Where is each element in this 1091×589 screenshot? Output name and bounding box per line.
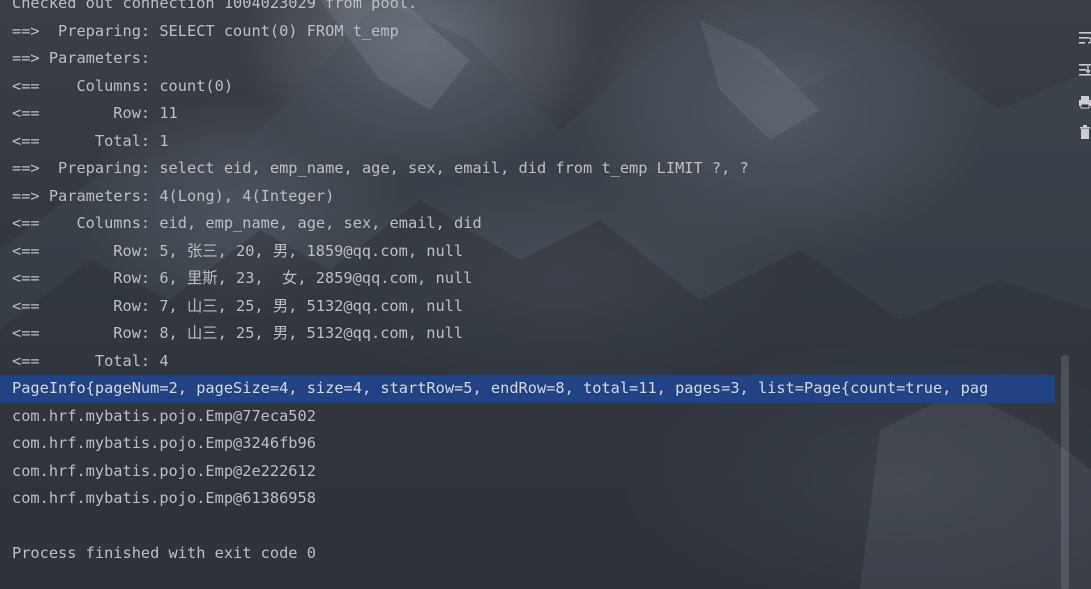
console-line[interactable]: <== Row: 11 xyxy=(0,100,1055,128)
console-toolbar xyxy=(1077,26,1091,156)
console-line[interactable]: Process finished with exit code 0 xyxy=(0,540,1055,568)
vertical-scrollbar-thumb[interactable] xyxy=(1061,355,1069,589)
soft-wrap-icon[interactable] xyxy=(1079,30,1091,46)
console-line[interactable]: ==> Parameters: 4(Long), 4(Integer) xyxy=(0,183,1055,211)
console-line[interactable] xyxy=(0,513,1055,541)
console-log[interactable]: Checked out connection 1004023029 from p… xyxy=(0,0,1055,568)
console-output-panel[interactable]: Checked out connection 1004023029 from p… xyxy=(0,0,1091,589)
console-line[interactable]: ==> Parameters: xyxy=(0,45,1055,73)
console-line[interactable]: <== Total: 4 xyxy=(0,348,1055,376)
console-line[interactable]: com.hrf.mybatis.pojo.Emp@77eca502 xyxy=(0,403,1055,431)
console-line[interactable]: ==> Preparing: SELECT count(0) FROM t_em… xyxy=(0,18,1055,46)
console-line[interactable]: <== Row: 5, 张三, 20, 男, 1859@qq.com, null xyxy=(0,238,1055,266)
console-line[interactable]: <== Row: 8, 山三, 25, 男, 5132@qq.com, null xyxy=(0,320,1055,348)
console-line[interactable]: <== Columns: eid, emp_name, age, sex, em… xyxy=(0,210,1055,238)
console-line-selected[interactable]: PageInfo{pageNum=2, pageSize=4, size=4, … xyxy=(0,375,1055,403)
console-line[interactable]: <== Columns: count(0) xyxy=(0,73,1055,101)
print-icon[interactable] xyxy=(1079,94,1091,110)
console-line[interactable]: com.hrf.mybatis.pojo.Emp@3246fb96 xyxy=(0,430,1055,458)
console-line[interactable]: <== Row: 7, 山三, 25, 男, 5132@qq.com, null xyxy=(0,293,1055,321)
console-line[interactable]: com.hrf.mybatis.pojo.Emp@2e222612 xyxy=(0,458,1055,486)
console-line[interactable]: com.hrf.mybatis.pojo.Emp@61386958 xyxy=(0,485,1055,513)
scroll-to-end-icon[interactable] xyxy=(1079,62,1091,78)
console-line[interactable]: ==> Preparing: select eid, emp_name, age… xyxy=(0,155,1055,183)
console-line[interactable]: Checked out connection 1004023029 from p… xyxy=(0,0,1055,18)
console-line[interactable]: <== Row: 6, 里斯, 23, 女, 2859@qq.com, null xyxy=(0,265,1055,293)
console-line[interactable]: <== Total: 1 xyxy=(0,128,1055,156)
clear-all-icon[interactable] xyxy=(1079,124,1091,140)
